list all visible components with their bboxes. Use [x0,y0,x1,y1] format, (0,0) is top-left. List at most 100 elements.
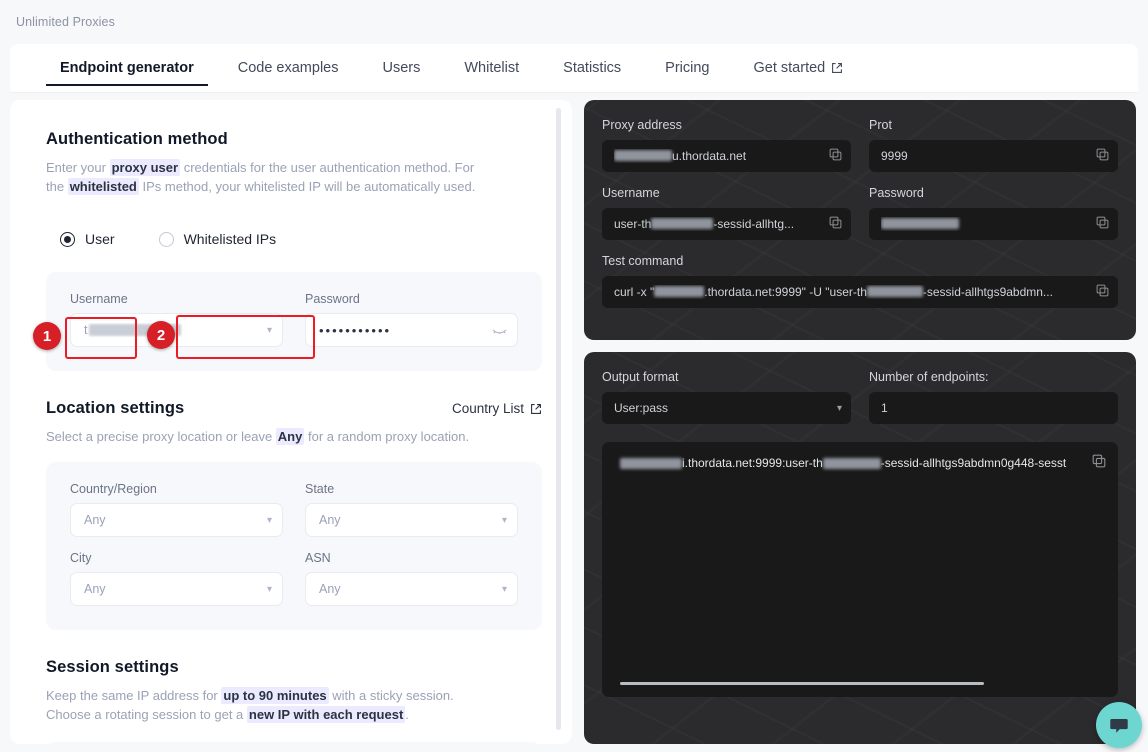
output-horizontal-scrollbar[interactable] [620,682,984,685]
password-value: ••••••••••• [319,322,392,338]
user-radio[interactable]: User [46,222,131,256]
proxy-username-value: user-th -sessid-allhtg... [614,217,795,231]
chevron-down-icon: ▾ [266,324,272,336]
authentication-title: Authentication method [46,130,228,148]
copy-icon[interactable] [829,216,842,232]
redaction-block [881,218,959,229]
state-select[interactable]: Any ▾ [305,503,518,537]
country-field-group: Country/Region Any ▾ [70,482,283,537]
password-label: Password [305,292,360,306]
tab-whitelist[interactable]: Whitelist [442,44,541,92]
chevron-down-icon: ▾ [836,402,842,414]
endpoint-output-mid: i.thordata.net:9999:user-th [682,456,823,470]
test-command-value: curl -x " .thordata.net:9999" -U "user-th… [614,285,1053,299]
country-list-link[interactable]: Country List [452,401,542,416]
redaction-block [620,457,682,469]
session-desc-part3: . [405,707,409,722]
location-description: Select a precise proxy location or leave… [46,427,486,446]
endpoint-count-input[interactable]: 1 [869,392,1118,424]
chevron-down-icon: ▾ [501,583,507,595]
whitelisted-radio-label: Whitelisted IPs [183,231,277,247]
asn-label: ASN [305,551,331,565]
auth-desc-part1: Enter your [46,160,110,175]
city-select[interactable]: Any ▾ [70,572,283,606]
chevron-down-icon: ▾ [266,583,272,595]
test-command-label: Test command [602,254,684,268]
tab-code-examples[interactable]: Code examples [216,44,361,92]
tab-endpoint-generator[interactable]: Endpoint generator [38,44,216,92]
tab-label: Statistics [563,60,622,76]
copy-icon[interactable] [1092,454,1106,473]
auth-desc-part3: IPs method, your whitelisted IP will be … [138,179,476,194]
copy-icon[interactable] [1096,284,1109,300]
proxy-password-field[interactable] [869,208,1118,240]
password-field-group: Password ••••••••••• [305,292,518,347]
proxy-username-label: Username [602,186,660,200]
redaction-block [651,218,714,229]
username-value: t [84,323,261,337]
left-panel-scrollbar[interactable] [556,108,561,730]
eye-off-icon[interactable] [492,323,507,337]
settings-scroll-area: Authentication method Enter your proxy u… [10,100,572,744]
whitelisted-radio[interactable]: Whitelisted IPs [145,222,293,256]
output-format-label: Output format [602,370,679,384]
copy-icon[interactable] [829,148,842,164]
tab-label: Endpoint generator [60,60,194,76]
port-label: Prot [869,118,892,132]
redaction-block [822,457,881,469]
country-select[interactable]: Any ▾ [70,503,283,537]
endpoint-output-box[interactable]: i.thordata.net:9999:user-th -sessid-allht… [602,442,1118,697]
radio-unselected-icon [158,231,174,247]
session-desc-highlight-newip: new IP with each request [246,706,406,723]
test-command-field[interactable]: curl -x " .thordata.net:9999" -U "user-th… [602,276,1118,308]
asn-select[interactable]: Any ▾ [305,572,518,606]
username-label: Username [70,292,128,306]
country-list-label: Country List [451,401,524,416]
redaction-block [614,150,672,161]
chevron-down-icon: ▾ [501,514,507,526]
external-link-icon [831,62,843,74]
copy-icon[interactable] [1096,216,1109,232]
state-value: Any [319,513,341,527]
proxy-username-group: Username user-th -sessid-allhtg... [602,186,851,254]
breadcrumb: Unlimited Proxies [0,0,1148,44]
proxy-username-field[interactable]: user-th -sessid-allhtg... [602,208,851,240]
output-format-value: User:pass [614,401,669,415]
city-value: Any [84,582,106,596]
credentials-panel: Username t ▾ Password ••••••••••• [46,272,542,371]
auth-method-radio-group: User Whitelisted IPs [46,222,542,256]
tab-pricing[interactable]: Pricing [643,44,731,92]
endpoint-count-label: Number of endpoints: [869,370,989,384]
redaction-block [654,286,705,297]
username-select[interactable]: t ▾ [70,313,283,347]
breadcrumb-label: Unlimited Proxies [16,15,115,29]
username-field-group: Username t ▾ [70,292,283,347]
proxy-password-group: Password [869,186,1118,254]
tab-label: Users [382,60,421,76]
authentication-description: Enter your proxy user credentials for th… [46,158,486,196]
output-format-group: Output format User:pass ▾ [602,370,851,438]
proxy-details-card: Proxy address u.thordata.net Prot 9999 U… [584,100,1136,340]
state-field-group: State Any ▾ [305,482,518,537]
redaction-block [866,286,923,297]
location-desc-highlight-any: Any [275,428,305,445]
main-content: Authentication method Enter your proxy u… [0,92,1148,744]
auth-desc-highlight-whitelisted: whitelisted [67,178,139,195]
endpoint-output-suffix: -sessid-allhtgs9abdmn0g448-sesst [880,456,1067,470]
proxy-address-field[interactable]: u.thordata.net [602,140,851,172]
output-card: Output format User:pass ▾ Number of endp… [584,352,1136,744]
password-input[interactable]: ••••••••••• [305,313,518,347]
session-desc-highlight-duration: up to 90 minutes [221,687,329,704]
tab-statistics[interactable]: Statistics [541,44,643,92]
asn-value: Any [319,582,341,596]
output-format-select[interactable]: User:pass ▾ [602,392,851,424]
copy-icon[interactable] [1096,148,1109,164]
proxy-password-label: Password [869,186,924,200]
tab-users[interactable]: Users [360,44,442,92]
port-field[interactable]: 9999 [869,140,1118,172]
country-value: Any [84,513,106,527]
chat-widget-button[interactable] [1096,702,1142,748]
chat-bubble-icon [1110,719,1128,733]
tab-get-started[interactable]: Get started [732,44,866,92]
tab-label: Get started [753,60,826,76]
